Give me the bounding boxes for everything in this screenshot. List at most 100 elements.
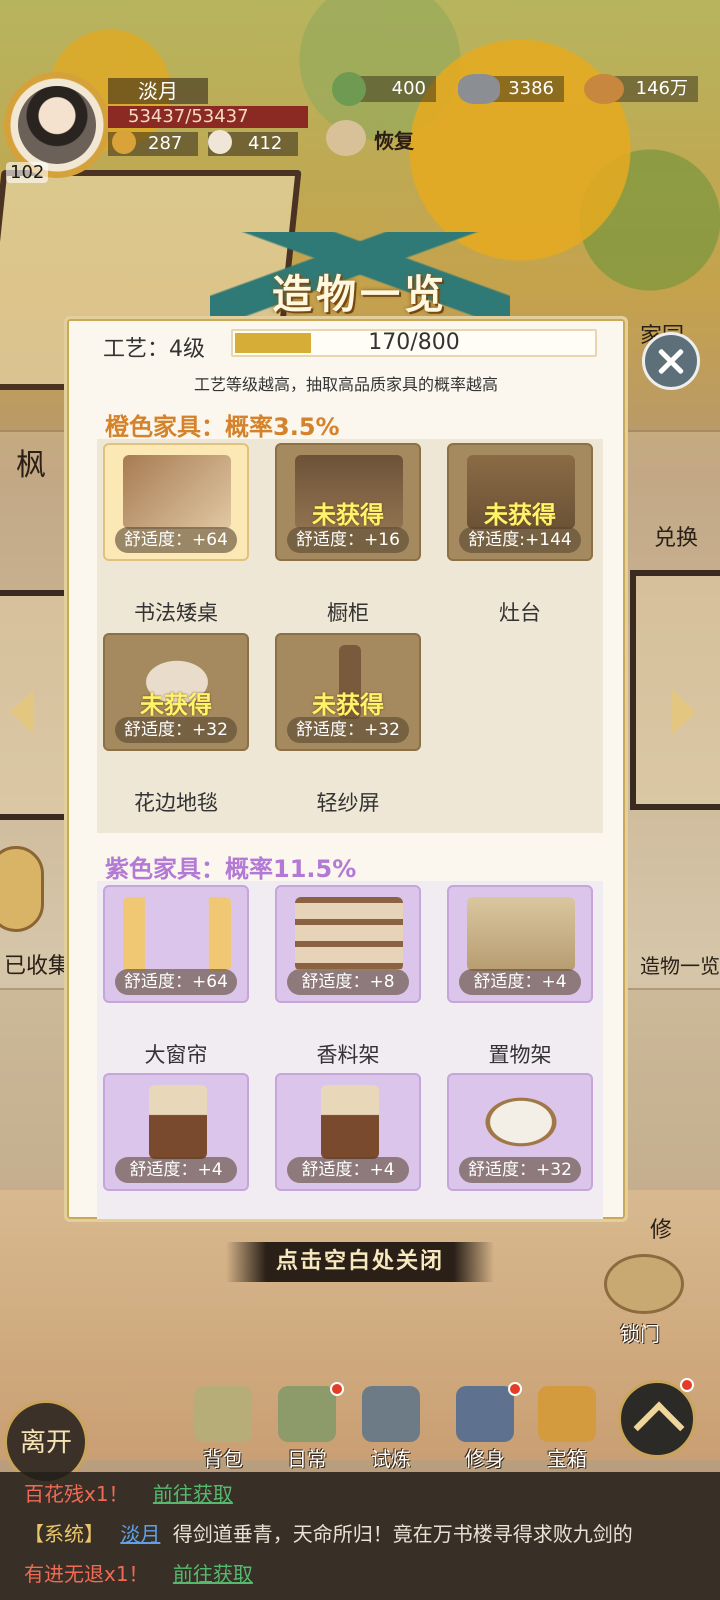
stat-b-value: 412 xyxy=(248,133,283,154)
system-message: 得剑道垂青，天命所归！竟在万书楼寻得求败九剑的 xyxy=(172,1522,633,1546)
calendar-icon xyxy=(278,1386,336,1442)
furniture-name: 花边地毯 xyxy=(134,791,218,815)
go-get-link[interactable]: 前往获取 xyxy=(173,1562,253,1586)
craft-level-label: 工艺：4级 xyxy=(103,337,205,362)
comfort-badge: 舒适度：+4 xyxy=(115,1157,237,1183)
craft-tip: 工艺等级越高，抽取高品质家具的概率越高 xyxy=(193,375,498,394)
collected-label[interactable]: 已收集 xyxy=(4,948,70,980)
storage-shelf-image xyxy=(467,897,575,971)
chat-line-3: 有进无退x1！ 前往获取 xyxy=(24,1558,253,1587)
exchange-label[interactable]: 兑换 xyxy=(654,520,698,552)
nav-bag[interactable]: 背包 xyxy=(184,1386,262,1472)
nav-trial-label: 试炼 xyxy=(371,1447,411,1471)
furniture-name: 大窗帘 xyxy=(144,1043,208,1067)
avatar[interactable] xyxy=(18,86,96,164)
player-name-link[interactable]: 淡月 xyxy=(120,1522,160,1546)
furniture-card[interactable]: 舒适度：+4 xyxy=(103,1073,249,1191)
comfort-badge: 舒适度：+32 xyxy=(115,717,237,743)
craft-progress-text: 170/800 xyxy=(368,330,460,355)
chat-line-1: 百花残x1！ 前往获取 xyxy=(24,1478,233,1507)
jade-gourd-icon[interactable] xyxy=(332,72,366,106)
chat-line-2: 【系统】 淡月 得剑道垂青，天命所归！竟在万书楼寻得求败九剑的 xyxy=(24,1518,633,1547)
furniture-card[interactable]: 未获得 舒适度：+32 xyxy=(103,633,249,751)
jade-value: 400 xyxy=(391,78,426,99)
comfort-badge: 舒适度:+144 xyxy=(459,527,581,553)
furniture-card[interactable]: 舒适度：+4 xyxy=(275,1073,421,1191)
player-name: 淡月 xyxy=(108,78,208,104)
furniture-overview-panel: 工艺：4级 170/800 工艺等级越高，抽取高品质家具的概率越高 橙色家具：概… xyxy=(64,316,628,1222)
nav-daily-label: 日常 xyxy=(287,1447,327,1471)
sword-icon xyxy=(362,1386,420,1442)
nav-bag-label: 背包 xyxy=(203,1447,243,1471)
furniture-card[interactable]: 舒适度：+64 xyxy=(103,885,249,1003)
notification-dot xyxy=(508,1382,522,1396)
restore-gourd-icon[interactable] xyxy=(326,120,366,156)
nav-trial[interactable]: 试炼 xyxy=(352,1386,430,1472)
comfort-badge: 舒适度：+64 xyxy=(115,969,237,995)
player-hp: 53437/53437 xyxy=(108,106,308,128)
notification-dot xyxy=(680,1378,694,1392)
right-arrow-icon[interactable] xyxy=(672,690,696,734)
silver-ingot-icon xyxy=(458,74,500,104)
furniture-name: 轻纱屏 xyxy=(316,791,380,815)
purple-section-title: 紫色家具：概率11.5% xyxy=(105,855,357,883)
lock-door-label[interactable]: 锁门 xyxy=(620,1318,660,1347)
not-obtained-label: 未获得 xyxy=(312,501,384,529)
furniture-card[interactable]: 舒适度：+32 xyxy=(447,1073,593,1191)
comfort-badge: 舒适度：+4 xyxy=(287,1157,409,1183)
furniture-card[interactable]: 舒适度：+64 xyxy=(103,443,249,561)
furniture-name: 香料架 xyxy=(316,1043,380,1067)
silver-value: 3386 xyxy=(508,78,554,99)
player-level: 102 xyxy=(6,162,49,183)
craft-progress-bar: 170/800 xyxy=(231,329,597,357)
coin-value: 146万 xyxy=(635,78,688,99)
lock-door-icon[interactable] xyxy=(604,1254,684,1314)
comfort-badge: 舒适度：+4 xyxy=(459,969,581,995)
food-icon xyxy=(112,130,136,154)
furniture-name: 橱柜 xyxy=(327,601,369,625)
furniture-name: 灶台 xyxy=(499,601,541,625)
chat-item: 百花残x1！ xyxy=(24,1482,129,1506)
collected-icon[interactable] xyxy=(0,846,44,932)
book-icon xyxy=(456,1386,514,1442)
go-get-link[interactable]: 前往获取 xyxy=(153,1482,233,1506)
not-obtained-label: 未获得 xyxy=(484,501,556,529)
furniture-card[interactable]: 舒适度：+8 xyxy=(275,885,421,1003)
not-obtained-label: 未获得 xyxy=(312,691,384,719)
coin-string-icon xyxy=(584,74,624,104)
left-arrow-icon[interactable] xyxy=(10,690,34,734)
nav-cultivate[interactable]: 修身 xyxy=(446,1382,524,1472)
nav-chest-label: 宝箱 xyxy=(547,1447,587,1471)
furniture-card[interactable]: 未获得 舒适度:+144 xyxy=(447,443,593,561)
nav-chest[interactable]: 宝箱 xyxy=(528,1386,606,1472)
close-hint[interactable]: 点击空白处关闭 xyxy=(226,1242,494,1282)
comfort-badge: 舒适度：+8 xyxy=(287,969,409,995)
repair-label[interactable]: 修 xyxy=(650,1212,672,1244)
close-icon[interactable] xyxy=(642,332,700,390)
furniture-card[interactable]: 未获得 舒适度：+16 xyxy=(275,443,421,561)
comfort-badge: 舒适度：+16 xyxy=(287,527,409,553)
bun-icon xyxy=(208,130,232,154)
furniture-name: 置物架 xyxy=(488,1043,552,1067)
jade-counter: 400 xyxy=(356,76,436,102)
overview-label[interactable]: 造物一览 xyxy=(640,950,720,979)
teapot-stove-image xyxy=(149,1085,207,1159)
stat-a-value: 287 xyxy=(148,133,183,154)
nav-daily[interactable]: 日常 xyxy=(268,1382,346,1472)
big-curtain-image xyxy=(123,897,231,971)
comfort-badge: 舒适度：+32 xyxy=(459,1157,581,1183)
teapot-stove-image xyxy=(321,1085,379,1159)
furniture-name: 书法矮桌 xyxy=(134,601,218,625)
notification-dot xyxy=(330,1382,344,1396)
comfort-badge: 舒适度：+32 xyxy=(287,717,409,743)
furniture-card[interactable]: 舒适度：+4 xyxy=(447,885,593,1003)
treasure-chest-icon xyxy=(538,1386,596,1442)
nav-cultivate-label: 修身 xyxy=(465,1447,505,1471)
chat-log[interactable]: 百花残x1！ 前往获取 【系统】 淡月 得剑道垂青，天命所归！竟在万书楼寻得求败… xyxy=(0,1472,720,1600)
not-obtained-label: 未获得 xyxy=(140,691,212,719)
restore-button[interactable]: 恢复 xyxy=(374,125,414,154)
spice-rack-image xyxy=(295,897,403,971)
orange-section-title: 橙色家具：概率3.5% xyxy=(105,413,340,441)
furniture-card[interactable]: 未获得 舒适度：+32 xyxy=(275,633,421,751)
system-tag: 【系统】 xyxy=(24,1522,104,1546)
